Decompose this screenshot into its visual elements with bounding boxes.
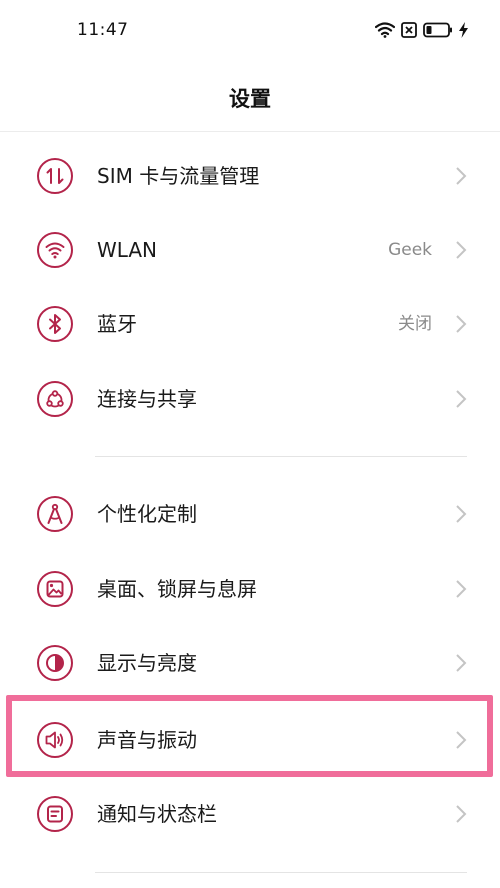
title-bar: 设置	[0, 62, 500, 132]
menu-item-notification-statusbar[interactable]: 通知与状态栏	[0, 777, 500, 851]
menu-item-label: 通知与状态栏	[97, 802, 217, 826]
wifi-icon	[374, 22, 396, 42]
menu-item-bluetooth[interactable]: 蓝牙 关闭	[0, 287, 500, 361]
chevron-right-icon	[454, 240, 468, 260]
chevron-right-icon	[454, 730, 468, 750]
title-divider	[0, 131, 500, 132]
chevron-right-icon	[454, 804, 468, 824]
chevron-right-icon	[454, 166, 468, 186]
menu-item-sim-data[interactable]: SIM 卡与流量管理	[0, 139, 500, 213]
status-time: 11:47	[77, 20, 129, 40]
group-divider	[95, 456, 467, 457]
chevron-right-icon	[454, 314, 468, 334]
menu-item-connection-sharing[interactable]: 连接与共享	[0, 362, 500, 436]
menu-item-wlan[interactable]: WLAN Geek	[0, 213, 500, 287]
status-icons	[374, 22, 468, 42]
menu-item-label: SIM 卡与流量管理	[97, 164, 260, 188]
menu-item-value: Geek	[388, 240, 432, 260]
menu-item-label: 蓝牙	[97, 312, 137, 336]
sim-off-icon	[401, 22, 417, 42]
menu-item-label: 声音与振动	[97, 728, 197, 752]
bluetooth-icon	[36, 305, 74, 343]
menu-item-label: 显示与亮度	[97, 651, 197, 675]
status-bar: 11:47	[0, 0, 500, 62]
menu-item-label: 桌面、锁屏与息屏	[97, 577, 257, 601]
wifi-icon	[36, 231, 74, 269]
menu-item-label: 个性化定制	[97, 502, 197, 526]
page-title: 设置	[229, 87, 271, 111]
menu-item-display-brightness[interactable]: 显示与亮度	[0, 626, 500, 700]
brightness-icon	[36, 644, 74, 682]
charging-icon	[459, 22, 468, 42]
menu-item-personalization[interactable]: 个性化定制	[0, 477, 500, 551]
group-divider	[95, 872, 467, 873]
notification-icon	[36, 795, 74, 833]
menu-item-sound-vibration[interactable]: 声音与振动	[0, 703, 500, 777]
menu-item-value: 关闭	[398, 314, 432, 334]
chevron-right-icon	[454, 389, 468, 409]
chevron-right-icon	[454, 653, 468, 673]
menu-item-label: 连接与共享	[97, 387, 197, 411]
chevron-right-icon	[454, 504, 468, 524]
battery-icon	[423, 22, 453, 42]
chevron-right-icon	[454, 579, 468, 599]
menu-item-desktop-lockscreen[interactable]: 桌面、锁屏与息屏	[0, 552, 500, 626]
wallpaper-icon	[36, 570, 74, 608]
personalize-icon	[36, 495, 74, 533]
sim-data-icon	[36, 157, 74, 195]
share-connection-icon	[36, 380, 74, 418]
menu-item-label: WLAN	[97, 238, 158, 262]
speaker-icon	[36, 721, 74, 759]
